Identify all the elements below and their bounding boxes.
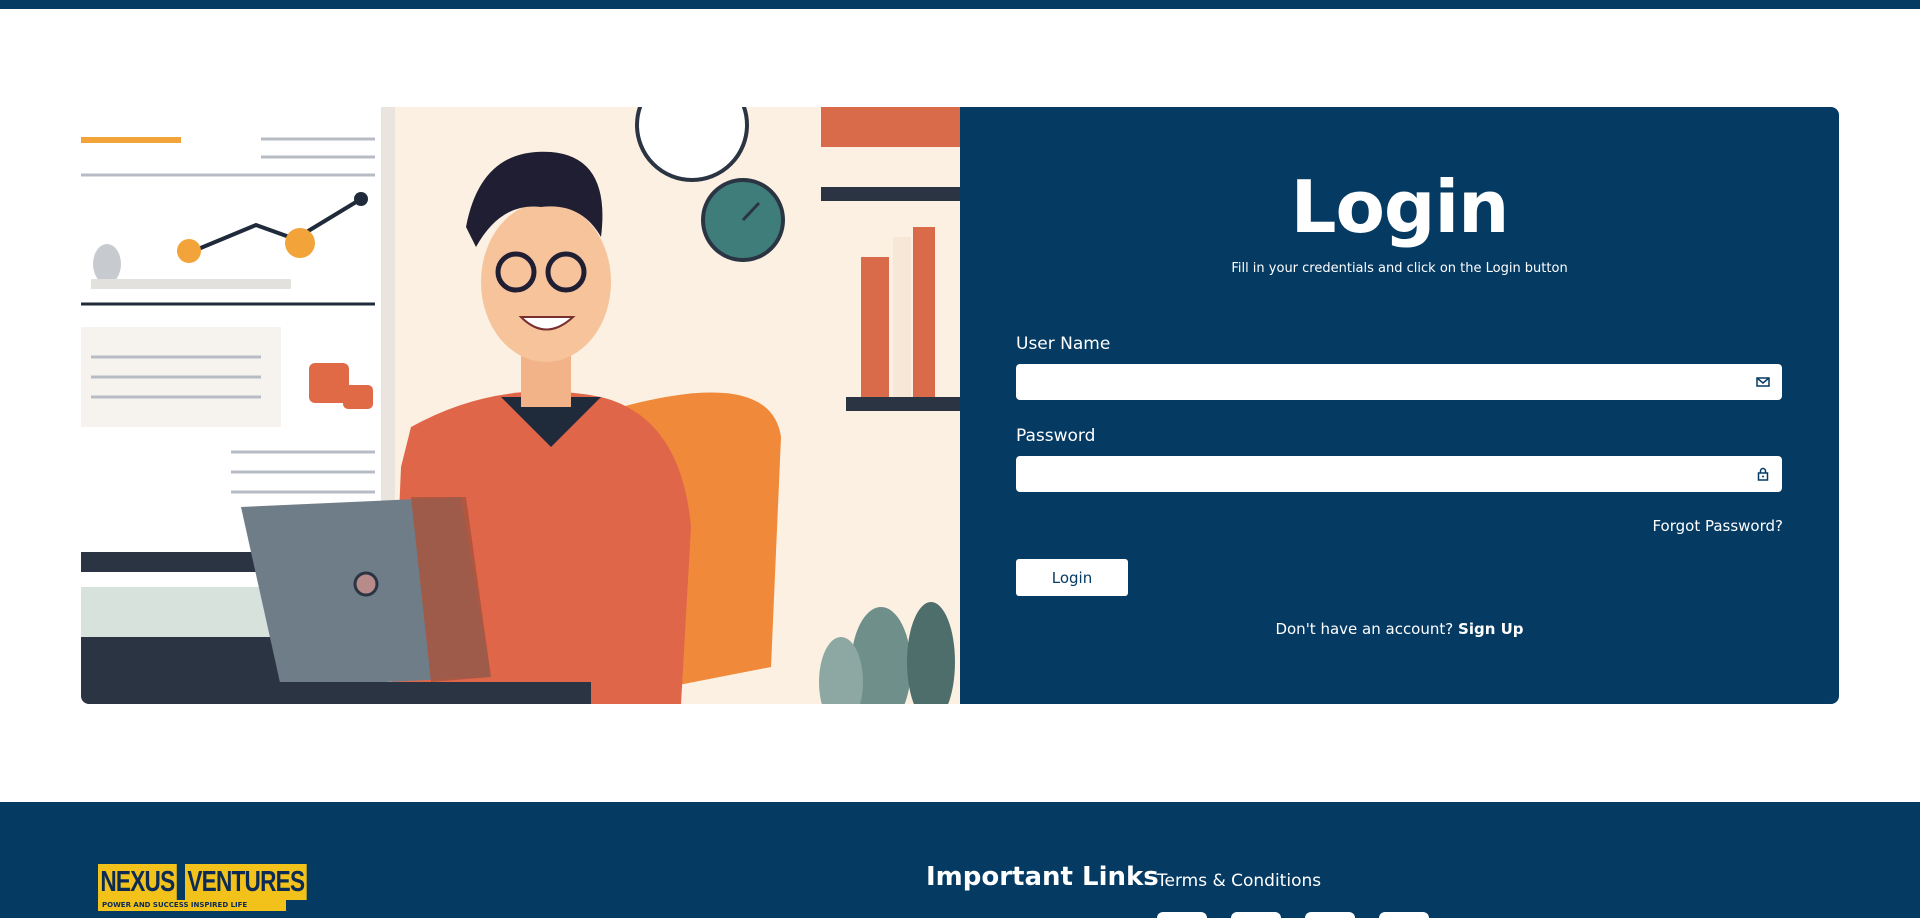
- top-accent-bar: [0, 0, 1920, 9]
- username-label: User Name: [1016, 334, 1111, 354]
- signup-link[interactable]: Sign Up: [1458, 620, 1524, 638]
- terms-conditions-link[interactable]: Terms & Conditions: [1157, 871, 1321, 891]
- logo-right-word: VENTURES: [184, 864, 307, 900]
- password-field[interactable]: [1016, 456, 1782, 492]
- login-panel: Login Fill in your credentials and click…: [960, 107, 1839, 704]
- social-icon-2[interactable]: [1231, 912, 1281, 924]
- logo-left-word: NEXUS: [98, 864, 177, 900]
- lock-icon: [1757, 467, 1769, 481]
- important-links-heading: Important Links: [926, 862, 1159, 892]
- password-label: Password: [1016, 426, 1096, 446]
- login-button[interactable]: Login: [1016, 559, 1128, 596]
- site-footer: NEXUS VENTURES POWER AND SUCCESS INSPIRE…: [0, 802, 1920, 924]
- logo-tagline: POWER AND SUCCESS INSPIRED LIFE: [98, 900, 286, 911]
- login-card: Login Fill in your credentials and click…: [81, 107, 1839, 704]
- illustration-image: [81, 107, 960, 704]
- social-icon-1[interactable]: [1157, 912, 1207, 924]
- login-subtitle: Fill in your credentials and click on th…: [1231, 261, 1568, 276]
- username-field[interactable]: [1016, 364, 1782, 400]
- username-input[interactable]: [1016, 364, 1756, 400]
- signup-line: Don't have an account? Sign Up: [960, 620, 1839, 638]
- forgot-password-link[interactable]: Forgot Password?: [1652, 517, 1783, 535]
- mail-icon: [1756, 377, 1770, 387]
- social-icon-4[interactable]: [1379, 912, 1429, 924]
- password-input[interactable]: [1016, 456, 1756, 492]
- login-title: Login: [1290, 165, 1510, 249]
- illustration-man-with-laptop: [81, 107, 960, 704]
- social-icon-3[interactable]: [1305, 912, 1355, 924]
- nexus-ventures-logo[interactable]: NEXUS VENTURES POWER AND SUCCESS INSPIRE…: [98, 864, 307, 912]
- signup-prompt: Don't have an account?: [1275, 620, 1454, 638]
